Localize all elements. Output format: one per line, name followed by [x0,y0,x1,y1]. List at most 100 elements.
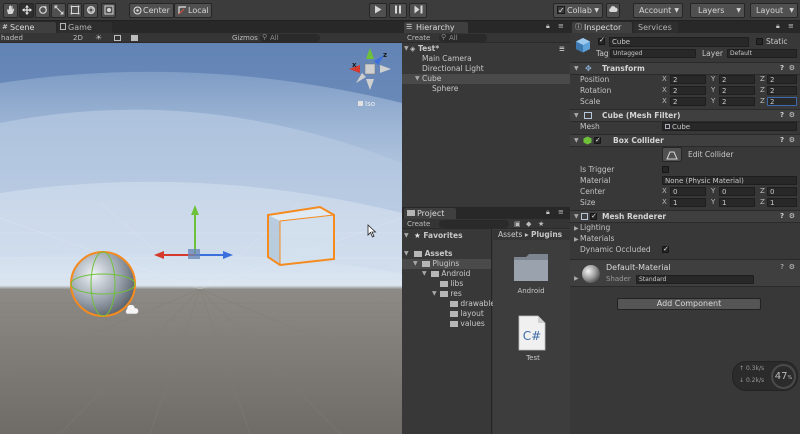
lock-icon[interactable]: 🔒︎ [546,22,550,31]
audio-toggle-icon[interactable] [114,35,121,41]
edit-collider-button[interactable] [662,147,682,162]
scale-z-field[interactable]: 2 [767,97,797,106]
component-settings-icon[interactable]: ⚙ [789,63,795,74]
help-icon[interactable]: ? [780,211,784,222]
folder-libs[interactable]: libs [402,279,491,289]
filter-label-icon[interactable]: ◆ [526,219,531,229]
help-icon[interactable]: ? [780,63,784,74]
dynamic-occluded-checkbox[interactable] [662,244,669,255]
box-collider-header[interactable]: ▼ Box Collider ? ⚙ [570,134,800,147]
asset-test-script[interactable]: C# Test [515,315,551,375]
component-settings-icon[interactable]: ⚙ [789,263,795,271]
hierarchy-create-dropdown[interactable]: Create [407,33,430,43]
layer-dropdown[interactable]: Default [727,49,797,58]
tag-dropdown[interactable]: Untagged [610,49,696,58]
hierarchy-item-directional-light[interactable]: Directional Light [402,64,570,74]
sphere-object[interactable] [66,247,146,327]
panel-menu-icon[interactable]: ≡ [558,22,564,30]
pause-button[interactable] [389,3,407,18]
project-search-input[interactable] [439,220,509,228]
help-icon[interactable]: ? [780,263,784,271]
component-settings-icon[interactable]: ⚙ [789,135,795,146]
folder-plugins[interactable]: ▼ Plugins [402,259,491,269]
folder-android[interactable]: ▼ Android [402,269,491,279]
panel-menu-icon[interactable]: ≡ [788,22,794,30]
cloud-button[interactable] [606,3,620,18]
rect-tool-button[interactable] [67,3,82,18]
folder-res[interactable]: ▼ res [402,289,491,299]
filter-type-icon[interactable]: ▣ [514,219,521,229]
step-button[interactable] [409,3,427,18]
rotate-tool-button[interactable] [35,3,50,18]
scene-menu-icon[interactable]: ≡ [559,44,565,54]
help-icon[interactable]: ? [780,135,784,146]
account-dropdown[interactable]: Account ▼ [633,3,683,18]
lighting-toggle-icon[interactable]: ☀ [95,33,102,43]
component-settings-icon[interactable]: ⚙ [789,211,795,222]
cube-object[interactable] [262,203,342,273]
scale-y-field[interactable]: 2 [719,97,755,106]
box-collider-enabled-checkbox[interactable] [594,135,601,146]
panel-menu-icon[interactable]: ≡ [558,208,564,216]
favorites-section[interactable]: ▼ ★ Favorites [402,231,491,241]
center-z-field[interactable]: 0 [767,187,797,196]
rotation-z-field[interactable]: 2 [767,86,797,95]
is-trigger-checkbox[interactable] [662,166,669,173]
scale-tool-button[interactable] [51,3,66,18]
shading-mode-dropdown[interactable]: haded [1,33,23,43]
add-component-button[interactable]: Add Component [617,298,761,310]
gameobject-active-checkbox[interactable] [598,36,605,45]
rotation-x-field[interactable]: 2 [670,86,706,95]
favorite-star-icon[interactable]: ★ [538,219,544,229]
effects-toggle-icon[interactable] [131,35,138,41]
play-button[interactable] [369,3,387,18]
scale-x-field[interactable]: 2 [670,97,706,106]
gizmos-dropdown[interactable]: Gizmos [232,33,258,43]
tab-project[interactable]: Project [404,208,456,219]
scene-viewport[interactable]: x z Iso [0,43,402,434]
project-create-dropdown[interactable]: Create [407,219,430,229]
shader-dropdown[interactable]: Standard [636,275,754,284]
component-settings-icon[interactable]: ⚙ [789,110,795,121]
object-name-field[interactable]: Cube [609,37,749,47]
tab-services[interactable]: Services [634,22,678,33]
size-z-field[interactable]: 1 [767,198,797,207]
pivot-center-button[interactable]: Center [129,3,174,18]
tab-hierarchy[interactable]: ☰ Hierarchy [404,22,468,33]
transform-tool-button[interactable] [83,3,98,18]
lock-icon[interactable]: 🔒︎ [546,208,550,217]
move-tool-button[interactable] [19,3,34,18]
move-gizmo[interactable] [150,205,240,275]
asset-android-folder[interactable]: Android [511,251,551,311]
folder-values[interactable]: values [402,319,491,329]
help-icon[interactable]: ? [780,110,784,121]
scene-search-input[interactable]: ⚲ All [260,33,320,42]
tab-scene[interactable]: # Scene [0,22,56,33]
collab-button[interactable]: ✓ Collab ▼ [553,3,603,18]
projection-toggle[interactable]: Iso [358,100,375,108]
custom-tool-button[interactable] [101,3,116,18]
size-y-field[interactable]: 1 [719,198,755,207]
mesh-object-field[interactable]: Cube [662,122,797,131]
hierarchy-item-cube[interactable]: ▼ Cube [402,74,570,84]
folder-layout[interactable]: layout [402,309,491,319]
hierarchy-item-sphere[interactable]: Sphere [402,84,570,94]
folder-drawable[interactable]: drawable [402,299,495,309]
breadcrumb-plugins[interactable]: Plugins [531,230,562,239]
breadcrumb-assets[interactable]: Assets [498,230,522,239]
lighting-foldout[interactable]: ▶ Lighting [570,222,800,233]
position-y-field[interactable]: 2 [719,75,755,84]
rotation-y-field[interactable]: 2 [719,86,755,95]
layout-dropdown[interactable]: Layout ▼ [750,3,798,18]
hierarchy-search-input[interactable]: ⚲ All [439,33,487,42]
center-y-field[interactable]: 0 [719,187,755,196]
position-z-field[interactable]: 2 [767,75,797,84]
assets-folder[interactable]: ▼ Assets [402,249,491,259]
mesh-renderer-enabled-checkbox[interactable] [590,211,597,222]
material-section[interactable]: Default-Material Shader Standard ? ⚙ ▶ [570,259,800,287]
scene-root-item[interactable]: ▼ ◈ Test* ≡ [402,44,570,54]
physic-material-field[interactable]: None (Physic Material) [662,176,797,185]
tab-game[interactable]: Game [58,22,112,33]
pivot-local-button[interactable]: Local [174,3,212,18]
hand-tool-button[interactable] [3,3,18,18]
